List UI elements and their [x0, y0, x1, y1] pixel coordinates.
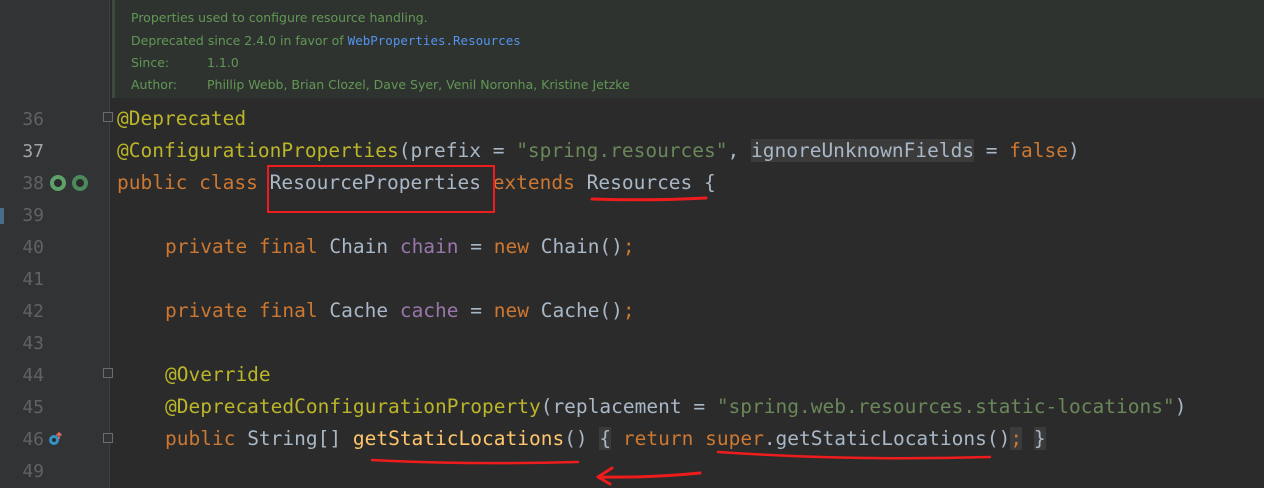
underline-method-name: [370, 458, 580, 465]
underline-super-call: [716, 450, 992, 460]
underline-superclass: [590, 196, 708, 202]
red-annotations: [370, 196, 992, 486]
arrow-left: [596, 466, 702, 486]
